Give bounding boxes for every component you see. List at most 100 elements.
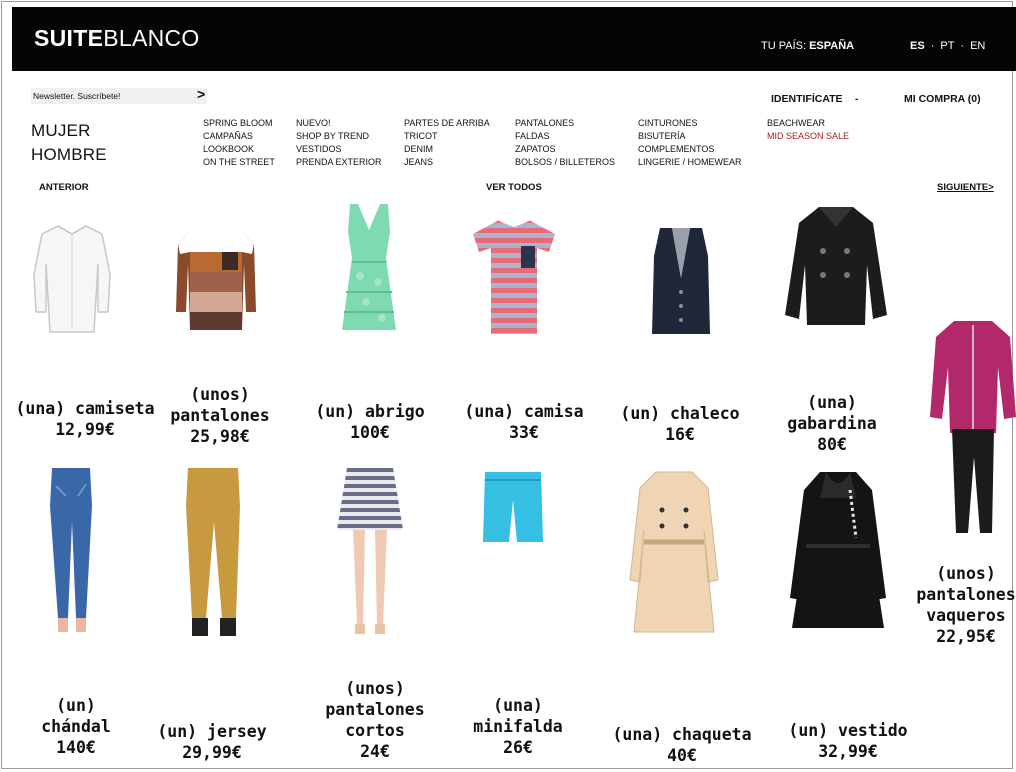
product-label[interactable]: (una) chaqueta 40€ xyxy=(604,724,760,766)
next-link[interactable]: SIGUIENTE> xyxy=(937,182,994,193)
tracksuit-icon xyxy=(930,321,1016,533)
product-image-black-coat[interactable] xyxy=(786,468,890,634)
product-label[interactable]: (una) gabardina 80€ xyxy=(772,392,892,455)
product-price: 26€ xyxy=(503,738,533,757)
product-name: pantalones xyxy=(325,700,425,719)
menu-item[interactable]: COMPLEMENTOS xyxy=(638,143,742,156)
black-jacket-icon xyxy=(785,207,887,325)
menu-item[interactable]: BISUTERÍA xyxy=(638,130,742,143)
site-logo[interactable]: SUITEBLANCO xyxy=(34,25,200,52)
product-image-tracksuit[interactable] xyxy=(928,317,1016,539)
product-label[interactable]: (un) abrigo 100€ xyxy=(308,401,432,443)
menu-item-sale[interactable]: MID SEASON SALE xyxy=(767,130,849,143)
menu-item[interactable]: SHOP BY TREND xyxy=(296,130,382,143)
product-image-chinos[interactable] xyxy=(182,466,244,640)
product-label[interactable]: (unos) pantalones vaqueros 22,95€ xyxy=(916,563,1016,647)
lang-pt-link[interactable]: PT xyxy=(940,40,954,52)
lang-en-link[interactable]: EN xyxy=(970,40,985,52)
product-image-trench-coat[interactable] xyxy=(628,470,720,636)
product-label[interactable]: (una) camiseta 12,99€ xyxy=(10,398,160,440)
product-label[interactable]: (un) vestido 32,99€ xyxy=(778,720,918,762)
language-switcher: ES · PT · EN xyxy=(907,40,988,52)
menu-column-6: BEACHWEAR MID SEASON SALE xyxy=(767,117,849,143)
country-selector[interactable]: TU PAÍS: ESPAÑA xyxy=(761,40,854,52)
product-price: 80€ xyxy=(817,435,847,454)
menu-item[interactable]: JEANS xyxy=(404,156,490,169)
product-image-striped-sweater[interactable] xyxy=(174,224,258,334)
nav-men[interactable]: HOMBRE xyxy=(31,145,107,165)
green-dress-icon xyxy=(342,204,396,330)
product-image-jeans[interactable] xyxy=(46,466,96,634)
menu-item[interactable]: SPRING BLOOM xyxy=(203,117,275,130)
prev-link[interactable]: ANTERIOR xyxy=(39,182,89,193)
menu-item[interactable]: DENIM xyxy=(404,143,490,156)
menu-item[interactable]: CAMPAÑAS xyxy=(203,130,275,143)
menu-column-3: PARTES DE ARRIBA TRICOT DENIM JEANS xyxy=(404,117,490,169)
product-image-green-dress[interactable] xyxy=(336,202,402,334)
newsletter-submit-arrow-icon[interactable]: > xyxy=(197,86,205,102)
product-price: 12,99€ xyxy=(55,420,115,439)
newsletter-input[interactable]: Newsletter. Suscríbete! xyxy=(31,88,207,104)
product-image-striped-tshirt[interactable] xyxy=(471,218,557,336)
product-price: 40€ xyxy=(667,746,697,765)
menu-column-5: CINTURONES BISUTERÍA COMPLEMENTOS LINGER… xyxy=(638,117,742,169)
menu-item[interactable]: ON THE STREET xyxy=(203,156,275,169)
product-name: (unos) xyxy=(936,564,996,583)
product-label[interactable]: (un) chándal 140€ xyxy=(20,695,132,758)
product-price: 140€ xyxy=(56,738,96,757)
nav-women[interactable]: MUJER xyxy=(31,121,91,141)
menu-item[interactable]: FALDAS xyxy=(515,130,615,143)
menu-item[interactable]: NUEVO! xyxy=(296,117,382,130)
product-label[interactable]: (unos) pantalones 25,98€ xyxy=(160,384,280,447)
login-link[interactable]: IDENTIFÍCATE xyxy=(771,93,843,105)
product-price: 29,99€ xyxy=(182,743,242,762)
jeans-icon xyxy=(50,468,92,632)
menu-item[interactable]: ZAPATOS xyxy=(515,143,615,156)
product-name: (un) chaleco xyxy=(620,404,740,423)
menu-item[interactable]: LOOKBOOK xyxy=(203,143,275,156)
product-image-white-blouse[interactable] xyxy=(28,220,116,338)
product-label[interactable]: (unos) pantalones cortos 24€ xyxy=(315,678,435,762)
menu-item[interactable]: PARTES DE ARRIBA xyxy=(404,117,490,130)
product-name: (una) camiseta xyxy=(15,399,155,418)
product-label[interactable]: (una) camisa 33€ xyxy=(456,401,592,443)
product-price: 32,99€ xyxy=(818,742,878,761)
product-name: chándal xyxy=(41,717,111,736)
product-price: 33€ xyxy=(509,423,539,442)
product-name: vaqueros xyxy=(926,606,1006,625)
login-dash: - xyxy=(855,93,859,105)
menu-column-1: SPRING BLOOM CAMPAÑAS LOOKBOOK ON THE ST… xyxy=(203,117,275,169)
cart-link[interactable]: MI COMPRA (0) xyxy=(904,93,981,105)
menu-item[interactable]: CINTURONES xyxy=(638,117,742,130)
menu-item[interactable]: TRICOT xyxy=(404,130,490,143)
product-label[interactable]: (un) jersey 29,99€ xyxy=(150,721,274,763)
product-image-shorts[interactable] xyxy=(481,470,545,546)
product-image-black-jacket[interactable] xyxy=(781,205,891,341)
screenshot-frame xyxy=(1,1,1013,769)
product-name: (una) xyxy=(807,393,857,412)
product-name: (un) abrigo xyxy=(315,402,425,421)
striped-sweater-icon xyxy=(176,228,256,330)
product-label[interactable]: (un) chaleco 16€ xyxy=(612,403,748,445)
product-name: minifalda xyxy=(473,717,563,736)
product-image-skirt[interactable] xyxy=(335,464,405,640)
product-name: (un) vestido xyxy=(788,721,908,740)
product-price: 22,95€ xyxy=(936,627,996,646)
view-all-link[interactable]: VER TODOS xyxy=(486,182,542,193)
menu-item[interactable]: VESTIDOS xyxy=(296,143,382,156)
menu-column-2: NUEVO! SHOP BY TREND VESTIDOS PRENDA EXT… xyxy=(296,117,382,169)
product-label[interactable]: (una) minifalda 26€ xyxy=(462,695,574,758)
lang-es-link[interactable]: ES xyxy=(910,40,925,52)
black-coat-icon xyxy=(790,472,886,628)
product-name: (un) jersey xyxy=(157,722,267,741)
menu-item[interactable]: PRENDA EXTERIOR xyxy=(296,156,382,169)
menu-item[interactable]: PANTALONES xyxy=(515,117,615,130)
menu-item[interactable]: BOLSOS / BILLETEROS xyxy=(515,156,615,169)
product-price: 25,98€ xyxy=(190,427,250,446)
menu-item[interactable]: LINGERIE / HOMEWEAR xyxy=(638,156,742,169)
product-image-vest[interactable] xyxy=(650,226,712,340)
top-bar: SUITEBLANCO TU PAÍS: ESPAÑA ES · PT · EN xyxy=(12,7,1016,71)
menu-item[interactable]: BEACHWEAR xyxy=(767,117,849,130)
skirt-icon xyxy=(337,468,403,634)
product-name: cortos xyxy=(345,721,405,740)
